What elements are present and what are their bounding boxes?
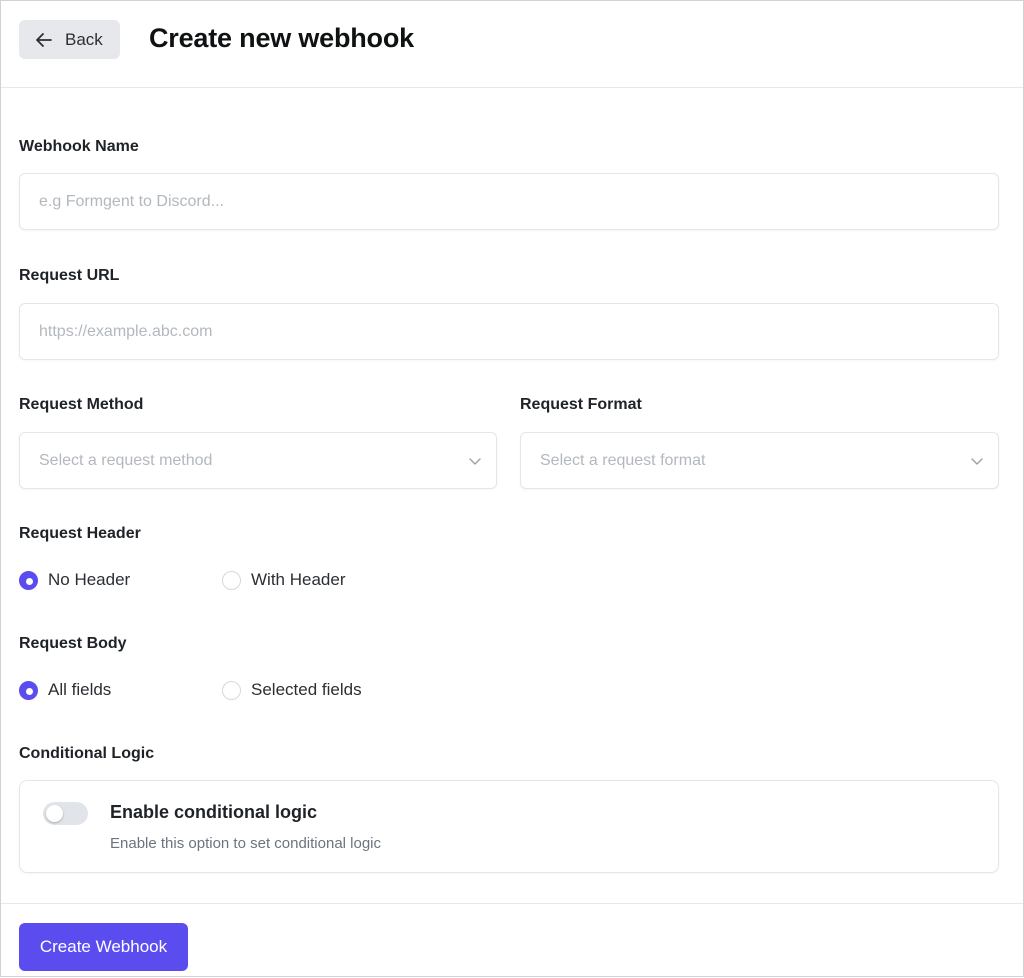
radio-unselected-icon <box>222 680 241 700</box>
request-header-label: Request Header <box>19 525 141 542</box>
toggle-knob <box>46 805 63 822</box>
page: Back Create new webhook Webhook Name e.g… <box>0 0 1024 977</box>
create-webhook-button[interactable]: Create Webhook <box>19 923 188 971</box>
request-format-select[interactable]: Select a request format <box>520 432 999 489</box>
page-header: Back Create new webhook <box>1 1 1023 88</box>
back-button-label: Back <box>65 30 103 49</box>
selected-fields-label: Selected fields <box>251 680 362 699</box>
no-header-radio[interactable]: No Header <box>19 570 130 590</box>
request-method-placeholder: Select a request method <box>39 452 213 469</box>
request-format-placeholder: Select a request format <box>540 452 706 469</box>
conditional-logic-title: Enable conditional logic <box>110 802 318 822</box>
page-footer: Create Webhook <box>1 903 1023 978</box>
request-method-select[interactable]: Select a request method <box>19 432 497 489</box>
chevron-down-icon <box>971 458 983 465</box>
chevron-down-icon <box>469 458 481 465</box>
with-header-radio[interactable]: With Header <box>222 570 345 590</box>
radio-selected-icon <box>19 570 38 590</box>
back-button[interactable]: Back <box>19 20 120 59</box>
request-url-placeholder: https://example.abc.com <box>39 323 213 340</box>
with-header-label: With Header <box>251 570 346 589</box>
arrow-left-icon <box>36 33 52 47</box>
radio-unselected-icon <box>222 570 241 590</box>
radio-selected-icon <box>19 680 38 700</box>
all-fields-radio[interactable]: All fields <box>19 680 111 700</box>
conditional-logic-label: Conditional Logic <box>19 745 155 762</box>
request-format-label: Request Format <box>520 396 642 413</box>
request-body-label: Request Body <box>19 635 127 652</box>
webhook-name-label: Webhook Name <box>19 138 139 155</box>
conditional-logic-card: Enable conditional logic Enable this opt… <box>19 780 999 873</box>
page-title: Create new webhook <box>149 23 414 53</box>
conditional-logic-toggle[interactable] <box>43 802 88 825</box>
request-url-input[interactable]: https://example.abc.com <box>19 303 999 360</box>
webhook-name-input[interactable]: e.g Formgent to Discord... <box>19 173 999 230</box>
request-url-label: Request URL <box>19 267 120 284</box>
webhook-name-placeholder: e.g Formgent to Discord... <box>39 193 224 210</box>
request-method-label: Request Method <box>19 396 144 413</box>
all-fields-label: All fields <box>48 680 112 699</box>
conditional-logic-description: Enable this option to set conditional lo… <box>110 835 382 852</box>
no-header-label: No Header <box>48 570 131 589</box>
selected-fields-radio[interactable]: Selected fields <box>222 680 362 700</box>
